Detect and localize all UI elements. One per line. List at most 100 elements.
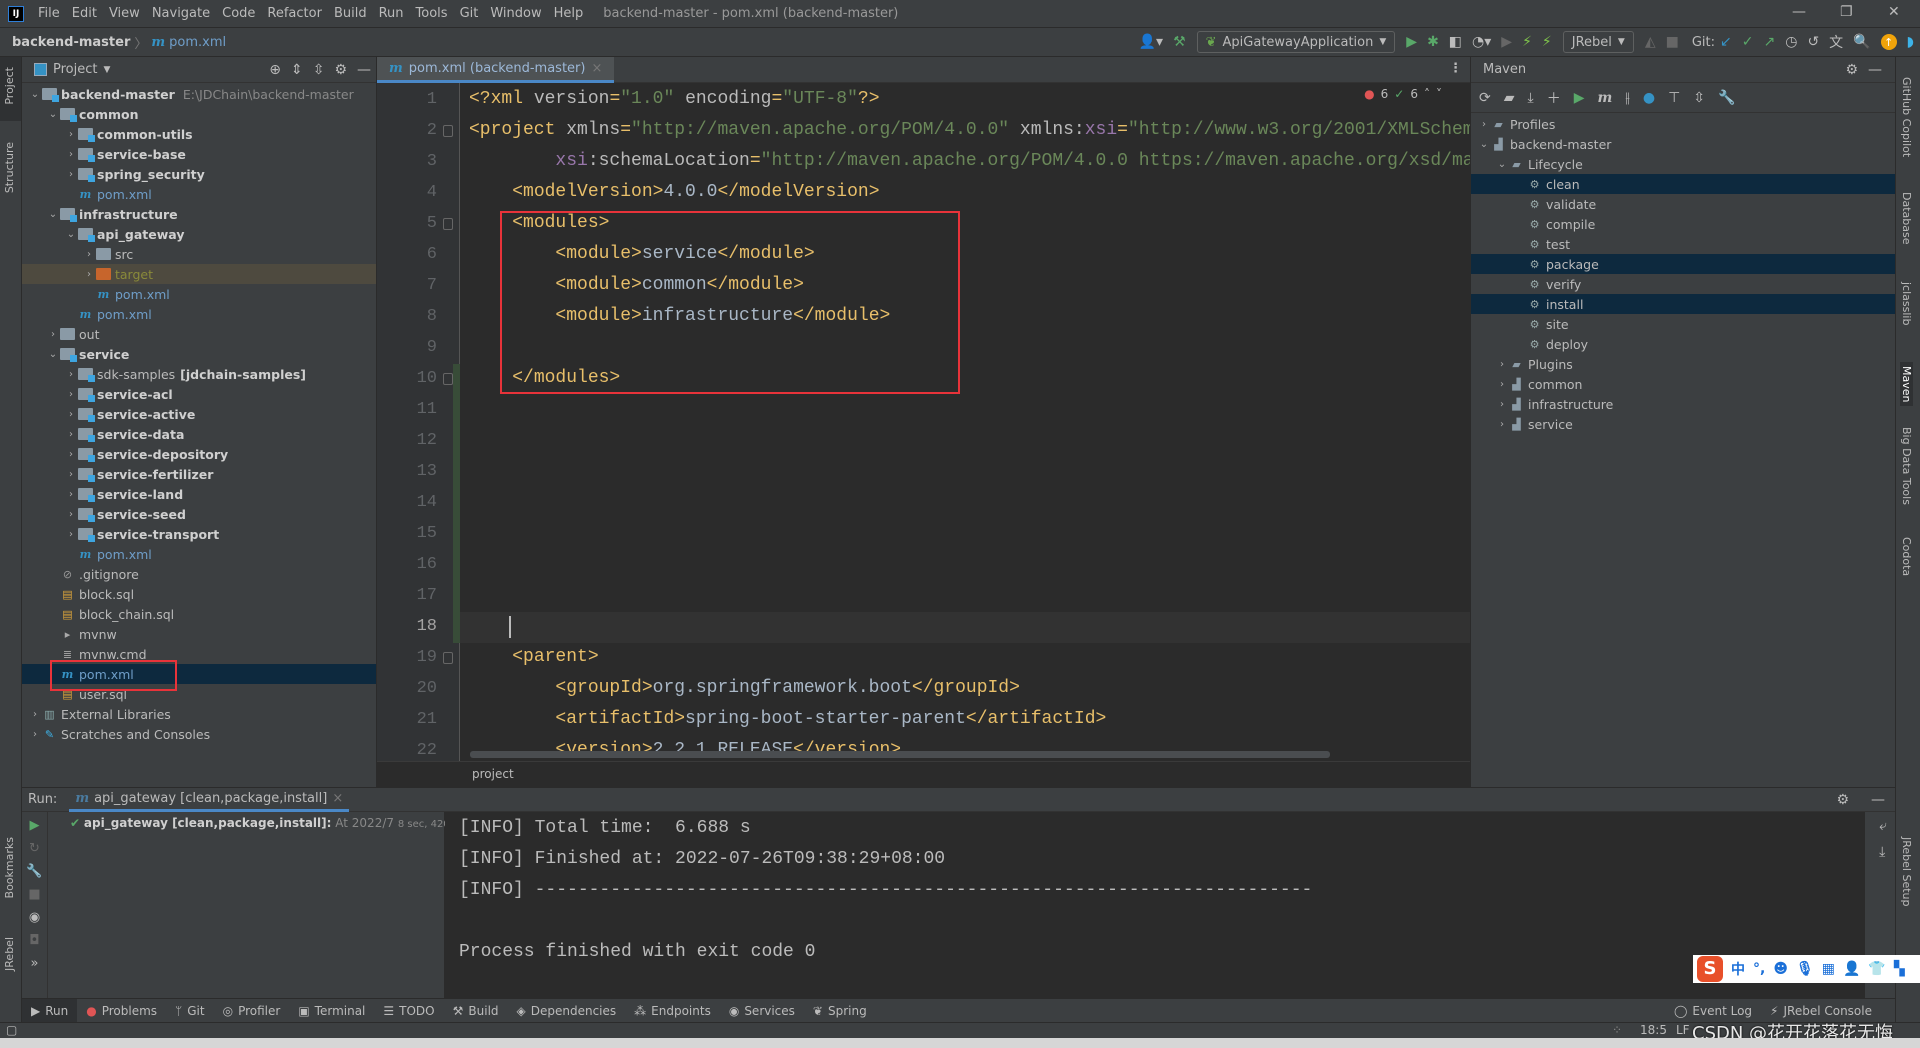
more-icon[interactable]: » [31,956,39,971]
tree-item[interactable]: m pom.xml [22,304,376,324]
minimize-button[interactable]: — [1792,4,1806,20]
stop-icon[interactable]: ■ [1666,34,1679,50]
tool-tab-profiler[interactable]: ◎ Profiler [214,999,290,1023]
chevron-right-icon[interactable]: › [28,729,42,740]
expand-all-icon[interactable]: ⇕ [291,62,303,78]
menu-view[interactable]: View [103,6,146,21]
xml-breadcrumb[interactable]: project [377,761,1470,787]
gear-icon[interactable]: ⚙ [1845,62,1858,78]
gear-icon[interactable]: ⚙ [334,62,347,78]
maven-item-service[interactable]: › ▟ service [1471,414,1895,434]
build-hammer-icon[interactable]: ⚒ [1173,34,1186,50]
maven-item-package[interactable]: ⚙ package [1471,254,1895,274]
git-update-icon[interactable]: ↙ [1720,34,1732,50]
tree-item[interactable]: ⌄ api_gateway [22,224,376,244]
chevron-right-icon[interactable]: › [64,469,78,480]
tool-tab-git[interactable]: ᛘ Git [166,999,214,1023]
scroll-to-end-icon[interactable]: ⤓ [1879,844,1887,860]
jrebel-select[interactable]: JRebel ▼ [1562,31,1634,53]
tree-item[interactable]: ⌄ common [22,104,376,124]
line-separator[interactable]: LF [1676,1023,1690,1037]
maven-item-deploy[interactable]: ⚙ deploy [1471,334,1895,354]
keyboard-icon[interactable]: ▦ [1822,961,1835,977]
fold-marker-icon[interactable] [443,218,453,230]
menu-tools[interactable]: Tools [410,6,454,21]
add-icon[interactable]: ＋ [1547,88,1561,108]
tool-tab-build[interactable]: ⚒ Build [444,999,508,1023]
inspection-widget[interactable]: ● 6 ✓ 6 ˄ ˅ [1364,87,1442,101]
menu-git[interactable]: Git [454,6,485,21]
tree-item[interactable]: ▤ block.sql [22,584,376,604]
generate-sources-icon[interactable]: ▰ [1504,90,1515,106]
menu-refactor[interactable]: Refactor [261,6,328,21]
search-icon[interactable]: 🔍 [1853,34,1870,50]
code-line[interactable]: xsi:schemaLocation="http://maven.apache.… [469,151,1470,171]
fold-marker-icon[interactable] [443,373,453,385]
maven-item-test[interactable]: ⚙ test [1471,234,1895,254]
maven-item-Lifecycle[interactable]: ⌄ ▰ Lifecycle [1471,154,1895,174]
tree-item[interactable]: m pom.xml [22,544,376,564]
restore-button[interactable]: ❐ [1840,4,1853,20]
right-tool-tab-codota[interactable]: Codota [1900,537,1913,576]
tree-item[interactable]: › target [22,264,376,284]
run-tree-item[interactable]: ✔ api_gateway [clean,package,install]: A… [70,816,468,830]
run-console[interactable]: [INFO] Total time: 6.688 s [INFO] Finishe… [445,812,1865,999]
maven-item-backend-master[interactable]: ⌄ ▟ backend-master [1471,134,1895,154]
maven-item-clean[interactable]: ⚙ clean [1471,174,1895,194]
maven-item-Plugins[interactable]: › ▰ Plugins [1471,354,1895,374]
more-tabs-icon[interactable]: ⋮ [1449,61,1462,76]
tree-item[interactable]: › service-depository [22,444,376,464]
chevron-down-icon[interactable]: ⌄ [46,209,60,220]
menu-navigate[interactable]: Navigate [146,6,216,21]
maven-item-install[interactable]: ⚙ install [1471,294,1895,314]
ime-punct[interactable]: °, [1753,961,1765,977]
chevron-right-icon[interactable]: › [1477,119,1491,130]
right-tool-tab-big-data-tools[interactable]: Big Data Tools [1900,427,1913,505]
tool-tab-run[interactable]: ▶ Run [22,998,78,1023]
chevron-right-icon[interactable]: › [64,449,78,460]
chevron-right-icon[interactable]: › [1495,379,1509,390]
maven-item-common[interactable]: › ▟ common [1471,374,1895,394]
code-line[interactable] [469,616,511,638]
chevron-right-icon[interactable]: › [1495,419,1509,430]
right-tool-tab-jclasslib[interactable]: jclasslib [1900,282,1913,325]
tree-item[interactable]: › service-acl [22,384,376,404]
breadcrumb-project[interactable]: backend-master [12,35,130,50]
chevron-down-icon[interactable]: ⌄ [46,349,60,360]
chevron-right-icon[interactable]: › [46,329,60,340]
code-line[interactable]: <groupId>org.springframework.boot</group… [469,678,1020,698]
chevron-right-icon[interactable]: › [64,369,78,380]
code-area[interactable]: 1 <?xml version="1.0" encoding="UTF-8"?> 2… [377,85,1470,761]
chevron-right-icon[interactable]: › [1495,359,1509,370]
chevron-right-icon[interactable]: › [1495,399,1509,410]
camera-icon[interactable]: ◘ [29,933,39,948]
chevron-right-icon[interactable]: › [64,529,78,540]
tool-tab-services[interactable]: ◉ Services [720,999,804,1023]
maven-item-verify[interactable]: ⚙ verify [1471,274,1895,294]
run-icon[interactable]: ▶ [1406,34,1417,50]
plugin-icon[interactable]: ◗ [1907,34,1914,50]
hide-icon[interactable]: — [357,62,371,78]
jrebel-debug-icon[interactable]: ⚡ [1542,34,1552,50]
bookmarks-tool-tab[interactable]: Bookmarks [3,837,16,898]
right-tool-tab-database[interactable]: Database [1900,192,1913,245]
collapse-all-icon[interactable]: ⇳ [1693,90,1705,106]
menu-help[interactable]: Help [548,6,590,21]
code-line[interactable]: <modelVersion>4.0.0</modelVersion> [469,182,879,202]
reload-icon[interactable]: ⟳ [1479,90,1491,106]
tree-item[interactable]: › common-utils [22,124,376,144]
rerun-icon[interactable]: ▶ [30,818,40,833]
hide-icon[interactable]: — [1871,792,1885,808]
maven-item-infrastructure[interactable]: › ▟ infrastructure [1471,394,1895,414]
tree-item[interactable]: › service-seed [22,504,376,524]
skip-tests-icon[interactable]: ⫲ [1625,90,1630,106]
close-tab-icon[interactable]: × [591,61,602,76]
caret-position[interactable]: 18:5 [1640,1023,1667,1037]
chevron-down-icon[interactable]: ⌄ [28,89,42,100]
jrebel-tool-tab[interactable]: JRebel [3,937,16,971]
soft-wrap-icon[interactable]: ⤶ [1879,818,1887,834]
maven-item-validate[interactable]: ⚙ validate [1471,194,1895,214]
tool-tab-terminal[interactable]: ▣ Terminal [289,999,374,1023]
tree-item[interactable]: › service-data [22,424,376,444]
tree-item[interactable]: ⌄ service [22,344,376,364]
